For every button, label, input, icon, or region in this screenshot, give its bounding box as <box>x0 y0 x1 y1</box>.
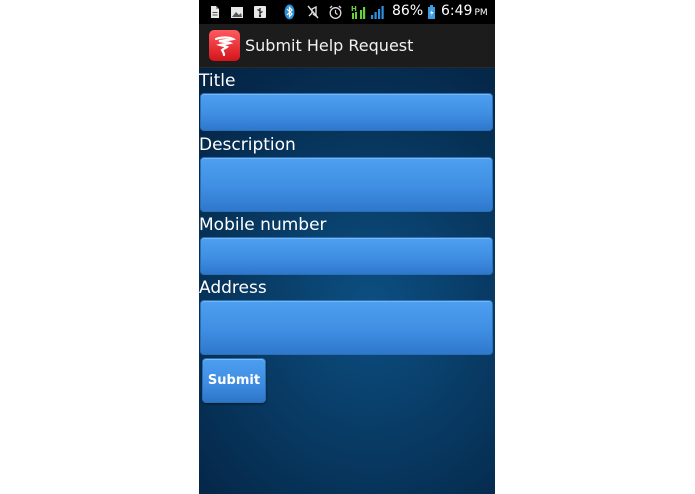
phone-screen: H 86% 6:49 PM Submit Help Request Title … <box>199 0 495 494</box>
alarm-icon <box>329 5 342 19</box>
clock: 6:49 PM <box>441 3 488 19</box>
app-title: Submit Help Request <box>245 36 414 55</box>
signal-icon <box>371 6 384 19</box>
usb-icon <box>254 6 266 18</box>
bluetooth-icon <box>284 4 295 20</box>
address-field[interactable] <box>200 300 493 355</box>
title-label: Title <box>199 71 236 91</box>
submit-button[interactable]: Submit <box>202 358 266 403</box>
battery-percent: 86% <box>392 3 424 19</box>
svg-text:H: H <box>351 5 357 13</box>
title-field[interactable] <box>200 93 493 131</box>
address-label: Address <box>199 278 267 298</box>
gallery-icon <box>231 7 243 18</box>
description-label: Description <box>199 135 296 155</box>
clock-time: 6:49 <box>441 3 473 19</box>
clock-ampm: PM <box>474 8 488 18</box>
status-bar: H 86% 6:49 PM <box>199 0 495 24</box>
mute-icon <box>307 5 319 19</box>
description-field[interactable] <box>200 157 493 212</box>
battery-charging-icon <box>428 5 435 19</box>
twister-logo-icon[interactable] <box>209 30 240 61</box>
hspa-data-icon: H <box>351 5 366 19</box>
notification-doc-icon <box>211 6 219 18</box>
twister-logo-icon-glyph <box>214 36 237 57</box>
mobile-number-field[interactable] <box>200 237 493 275</box>
mobile-number-label: Mobile number <box>199 215 327 235</box>
action-bar: Submit Help Request <box>199 24 495 68</box>
